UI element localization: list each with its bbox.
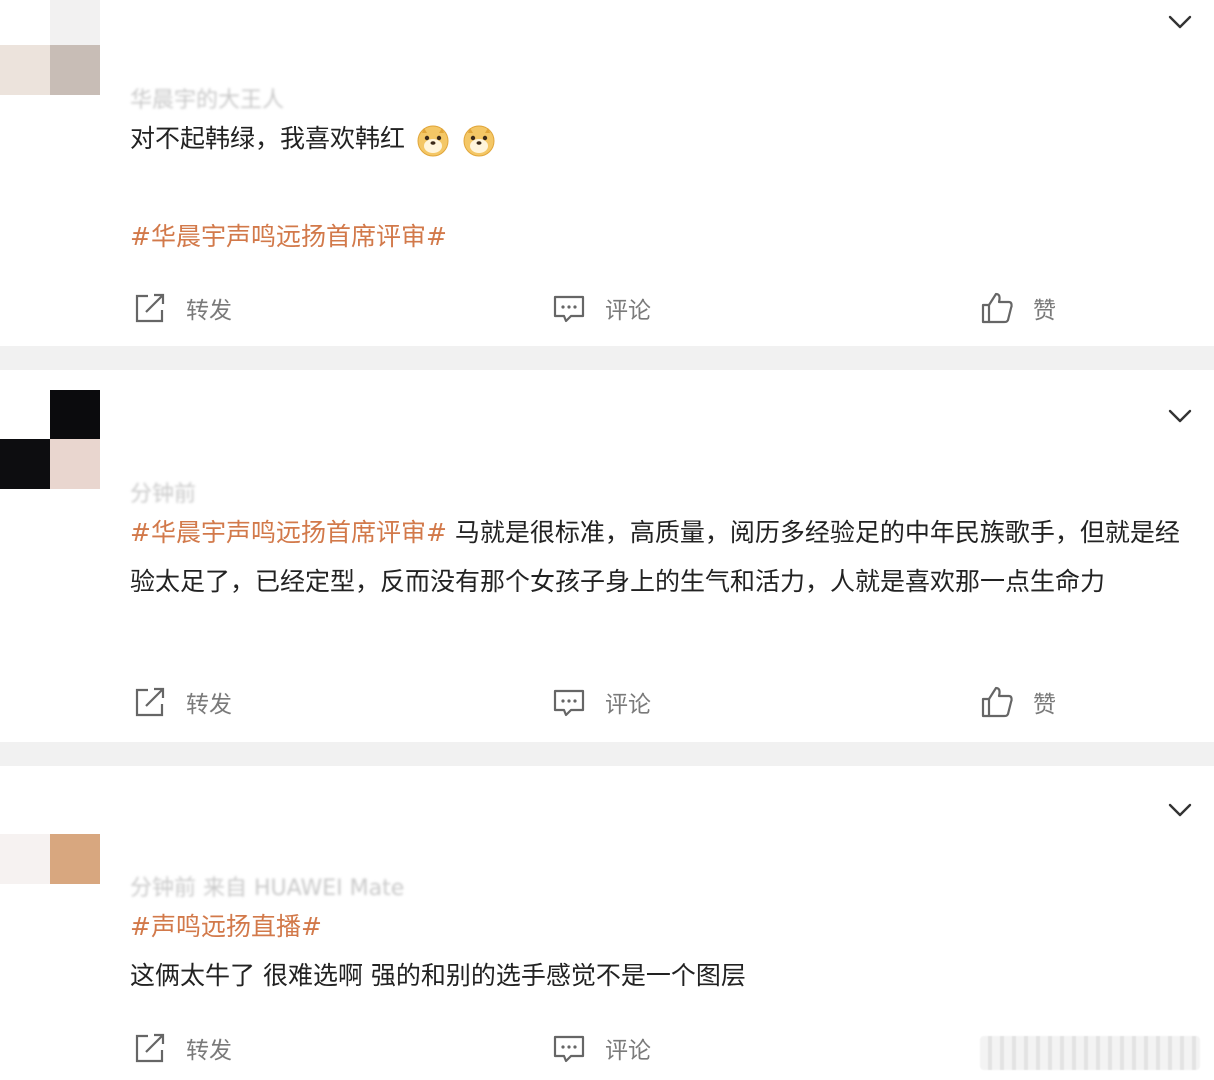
- post-divider: [0, 346, 1214, 370]
- hashtag-link[interactable]: #声鸣远扬直播#: [130, 902, 1192, 951]
- repost-icon: [135, 293, 165, 323]
- action-bar: 转发 评论 赞: [0, 288, 1214, 328]
- like-button[interactable]: 赞: [979, 288, 1056, 328]
- comment-icon: [553, 1035, 585, 1063]
- repost-label: 转发: [186, 298, 232, 324]
- repost-button[interactable]: 转发: [132, 288, 232, 328]
- chevron-down-icon[interactable]: [1166, 796, 1194, 824]
- like-button[interactable]: 赞: [979, 682, 1056, 722]
- post-divider: [0, 742, 1214, 766]
- post-meta: 华晨宇的大王人: [130, 88, 285, 113]
- post-meta: 分钟前 来自 HUAWEI Mate: [130, 876, 405, 901]
- repost-button[interactable]: 转发: [132, 1028, 232, 1068]
- comment-icon: [553, 295, 585, 323]
- comment-button[interactable]: 评论: [551, 288, 651, 328]
- like-label: 赞: [1033, 692, 1056, 718]
- avatar[interactable]: [0, 0, 100, 100]
- doge-emoji: [463, 125, 495, 157]
- avatar[interactable]: [0, 784, 100, 884]
- comment-button[interactable]: 评论: [551, 1028, 651, 1068]
- doge-emoji: [417, 125, 449, 157]
- post-1: 华晨宇的大王人 对不起韩绿，我喜欢韩红 #华晨宇声鸣远扬首席评审# 转发 评论 …: [0, 0, 1214, 346]
- hashtag-link[interactable]: #华晨宇声鸣远扬首席评审#: [130, 212, 1192, 261]
- like-label: 赞: [1033, 298, 1056, 324]
- post-2: 分钟前 #华晨宇声鸣远扬首席评审# 马就是很标准，高质量，阅历多经验足的中年民族…: [0, 370, 1214, 742]
- comment-icon: [553, 689, 585, 717]
- hashtag-link[interactable]: #华晨宇声鸣远扬首席评审#: [130, 518, 447, 547]
- repost-icon: [135, 687, 165, 717]
- avatar[interactable]: [0, 390, 100, 490]
- repost-icon: [135, 1033, 165, 1063]
- post-text: #华晨宇声鸣远扬首席评审# 马就是很标准，高质量，阅历多经验足的中年民族歌手，但…: [130, 508, 1192, 606]
- post-3: 分钟前 来自 HUAWEI Mate #声鸣远扬直播# 这俩太牛了 很难选啊 强…: [0, 766, 1214, 1080]
- comment-button[interactable]: 评论: [551, 682, 651, 722]
- post-text: 对不起韩绿，我喜欢韩红: [130, 114, 1192, 163]
- comment-label: 评论: [605, 692, 651, 718]
- like-icon: [981, 686, 1013, 718]
- repost-label: 转发: [186, 1038, 232, 1064]
- comment-label: 评论: [605, 1038, 651, 1064]
- post-body: 这俩太牛了 很难选啊 强的和别的选手感觉不是一个图层: [130, 961, 746, 990]
- action-bar: 转发 评论 赞: [0, 682, 1214, 722]
- post-body: 对不起韩绿，我喜欢韩红: [130, 124, 406, 153]
- chevron-down-icon[interactable]: [1166, 402, 1194, 430]
- repost-label: 转发: [186, 692, 232, 718]
- like-icon: [981, 292, 1013, 324]
- watermark: [980, 1036, 1200, 1070]
- chevron-down-icon[interactable]: [1166, 8, 1194, 36]
- post-meta: 分钟前: [130, 482, 197, 507]
- repost-button[interactable]: 转发: [132, 682, 232, 722]
- comment-label: 评论: [605, 298, 651, 324]
